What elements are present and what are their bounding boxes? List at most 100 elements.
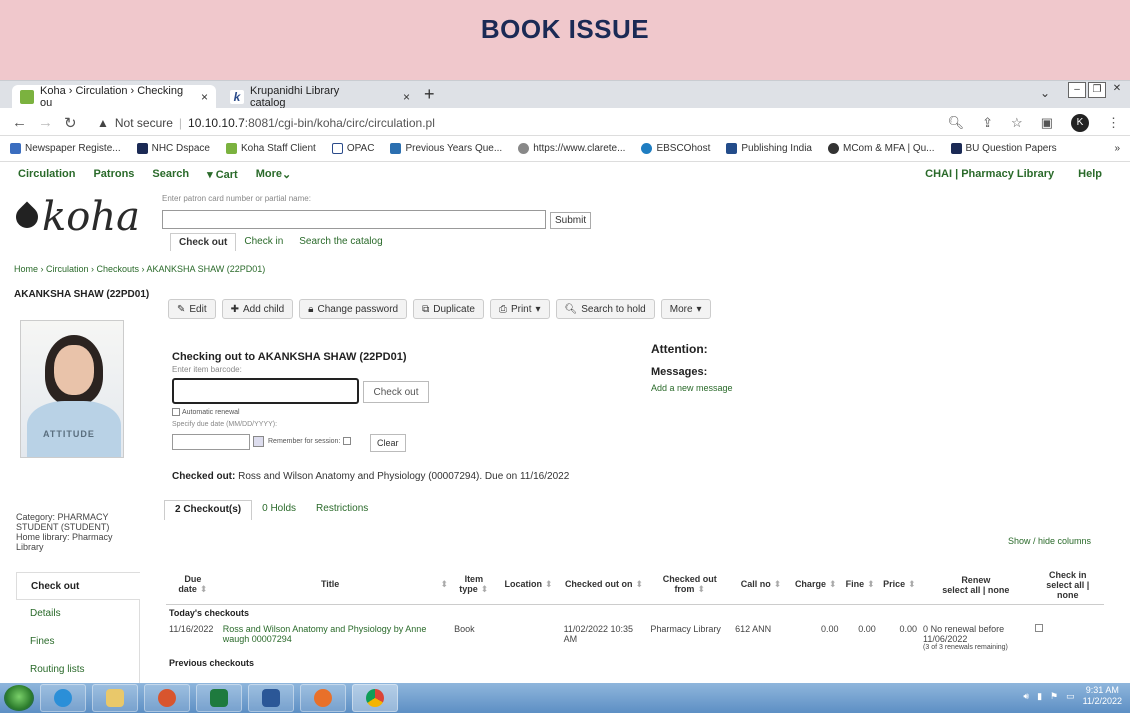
nav-cart[interactable]: ▾ Cart	[207, 168, 238, 181]
patron-search-input[interactable]	[162, 210, 546, 229]
submit-button[interactable]: Submit	[550, 212, 592, 229]
more-button[interactable]: More ▾	[660, 299, 711, 319]
taskbar-firefox[interactable]	[300, 684, 346, 712]
bookmark-item[interactable]: EBSCOhost	[641, 143, 710, 154]
bookmark-item[interactable]: BU Question Papers	[950, 143, 1057, 154]
kebab-menu-icon[interactable]: ⋮	[1107, 115, 1120, 131]
edit-button[interactable]: ✎ Edit	[168, 299, 216, 319]
subtab-search-catalog[interactable]: Search the catalog	[291, 233, 390, 251]
profile-avatar[interactable]: K	[1071, 114, 1089, 132]
checkin-select-all[interactable]: select all | none	[1035, 580, 1101, 600]
restore-icon[interactable]: ❐	[1088, 82, 1106, 98]
nav-search[interactable]: Search	[152, 168, 189, 180]
bookmark-item[interactable]: Previous Years Que...	[390, 143, 502, 154]
bookmark-item[interactable]: MCom & MFA | Qu...	[827, 143, 935, 154]
taskbar-chrome[interactable]	[352, 684, 398, 712]
check-out-button[interactable]: Check out	[363, 381, 429, 403]
nav-circulation[interactable]: Circulation	[18, 168, 75, 180]
taskbar-excel[interactable]	[196, 684, 242, 712]
side-item-details[interactable]: Details	[16, 600, 140, 628]
reload-icon[interactable]: ↻	[64, 114, 77, 132]
zoom-search-icon[interactable]: 🔍︎	[948, 115, 965, 131]
library-selector[interactable]: CHAI | Pharmacy Library	[925, 168, 1054, 180]
bookmark-item[interactable]: OPAC	[331, 143, 374, 154]
url-field[interactable]: ▲ Not secure | 10.10.10.7:8081/cgi-bin/koha…	[97, 116, 435, 130]
col-due-date[interactable]: Due date ⬍	[166, 566, 220, 605]
subtab-check-in[interactable]: Check in	[236, 233, 291, 251]
taskbar-ie[interactable]	[40, 684, 86, 712]
taskbar-word[interactable]	[248, 684, 294, 712]
col-call-no[interactable]: Call no ⬍	[732, 566, 790, 605]
bookmark-item[interactable]: https://www.clarete...	[518, 143, 625, 154]
auto-renew-checkbox[interactable]	[172, 408, 180, 416]
add-child-button[interactable]: ✚ Add child	[221, 299, 294, 319]
col-price[interactable]: Price ⬍	[878, 566, 921, 605]
help-link[interactable]: Help	[1078, 168, 1102, 180]
tab-checkouts[interactable]: 2 Checkout(s)	[164, 500, 253, 520]
col-item-type[interactable]: Item type ⬍	[451, 566, 497, 605]
share-icon[interactable]: ⇪	[982, 115, 993, 131]
bookmark-item[interactable]: NHC Dspace	[136, 143, 210, 154]
breadcrumb[interactable]: Home › Circulation › Checkouts › AKANKSH…	[14, 264, 265, 274]
side-item-check-out[interactable]: Check out	[16, 572, 140, 600]
checkin-checkbox[interactable]	[1034, 623, 1043, 632]
network-icon[interactable]: ▮	[1037, 691, 1042, 702]
col-fine[interactable]: Fine ⬍	[841, 566, 879, 605]
nav-patrons[interactable]: Patrons	[93, 168, 134, 180]
tab-search-chevron-icon[interactable]: ⌄	[1040, 86, 1050, 100]
flag-icon[interactable]: ⚑	[1050, 691, 1058, 702]
clear-button[interactable]: Clear	[370, 434, 406, 452]
col-checked-out-on[interactable]: Checked out on ⬍	[560, 566, 648, 605]
add-message-link[interactable]: Add a new message	[651, 383, 733, 393]
duplicate-button[interactable]: ⧉ Duplicate	[413, 299, 484, 319]
col-title[interactable]: Title ⬍	[219, 566, 452, 605]
col-location[interactable]: Location ⬍	[496, 566, 561, 605]
bookmark-item[interactable]: Koha Staff Client	[225, 143, 316, 154]
subtab-check-out[interactable]: Check out	[170, 233, 237, 251]
tab-restrictions[interactable]: Restrictions	[306, 500, 378, 520]
search-subtabs: Check out Check in Search the catalog	[170, 233, 391, 251]
koha-logo[interactable]: koha	[11, 194, 140, 240]
side-item-fines[interactable]: Fines	[16, 628, 140, 656]
change-password-button[interactable]: 🔒︎ Change password	[299, 299, 408, 319]
col-checked-out-from[interactable]: Checked out from ⬍	[647, 566, 733, 605]
nav-more[interactable]: More	[256, 168, 282, 180]
show-hide-columns-link[interactable]: Show / hide columns	[1008, 536, 1091, 546]
side-item-routing-lists[interactable]: Routing lists	[16, 656, 140, 684]
renew-select-all[interactable]: select all | none	[923, 585, 1029, 595]
koha-favicon-icon	[20, 90, 34, 104]
minimize-icon[interactable]: –	[1068, 82, 1086, 98]
tab-krupanidhi-catalog[interactable]: k Krupanidhi Library catalog ×	[222, 85, 418, 109]
volume-icon[interactable]: 🔊︎	[1023, 691, 1029, 702]
tab-close-icon[interactable]: ×	[201, 90, 208, 104]
barcode-input[interactable]	[172, 378, 359, 404]
remember-checkbox[interactable]	[343, 437, 352, 445]
sidepanel-icon[interactable]: ▣	[1041, 115, 1053, 131]
bookmark-item[interactable]: Publishing India	[726, 143, 812, 154]
print-button[interactable]: ⎙ Print ▾	[489, 299, 550, 319]
star-bookmark-icon[interactable]: ☆	[1011, 115, 1023, 131]
auto-renew-option[interactable]: Automatic renewal	[172, 408, 240, 416]
tab-holds[interactable]: 0 Holds	[252, 500, 306, 520]
tab-close-icon[interactable]: ×	[403, 90, 410, 104]
tab-koha-circulation[interactable]: Koha › Circulation › Checking ou ×	[12, 85, 216, 109]
search-to-hold-button[interactable]: 🔍︎ Search to hold	[555, 299, 655, 319]
col-charge[interactable]: Charge ⬍	[789, 566, 842, 605]
taskbar-outlook[interactable]	[144, 684, 190, 712]
taskbar-clock[interactable]: 9:31 AM 11/2/2022	[1083, 685, 1122, 707]
windows-taskbar: 🔊︎ ▮ ⚑ ▭ 9:31 AM 11/2/2022	[0, 683, 1130, 713]
battery-icon[interactable]: ▭	[1066, 691, 1075, 702]
close-window-icon[interactable]: ✕	[1108, 82, 1126, 98]
taskbar-explorer[interactable]	[92, 684, 138, 712]
new-tab-button[interactable]: +	[424, 84, 435, 105]
more-bookmarks-icon[interactable]: »	[1114, 143, 1120, 154]
barcode-hint: Enter item barcode:	[172, 365, 242, 374]
start-button[interactable]	[4, 685, 34, 711]
calendar-icon[interactable]	[253, 436, 264, 447]
due-date-input[interactable]	[172, 434, 250, 450]
bookmark-item[interactable]: Newspaper Registe...	[10, 143, 121, 154]
back-arrow-icon[interactable]: ←	[12, 114, 27, 131]
forward-arrow-icon[interactable]: →	[38, 114, 53, 131]
table-header-row: Due date ⬍ Title ⬍ Item type ⬍ Location ⬍ Ch…	[166, 566, 1104, 605]
cell-title-link[interactable]: Ross and Wilson Anatomy and Physiology b…	[220, 621, 451, 654]
